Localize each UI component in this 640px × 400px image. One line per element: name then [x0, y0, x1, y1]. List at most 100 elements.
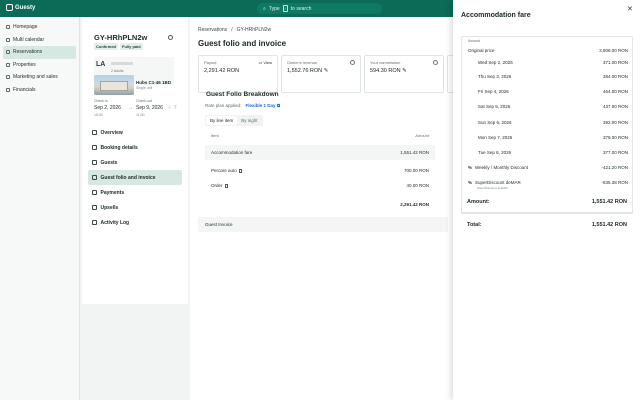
commission-amount: 594.30 RON [370, 68, 401, 74]
discount-label: SuperDiscount deMAR [475, 180, 521, 185]
nav-payments[interactable]: Payments [88, 185, 182, 200]
breadcrumb-reservations[interactable]: Reservations [198, 27, 227, 33]
row-amount: 1,551.42 RON [400, 150, 429, 155]
info-icon[interactable] [350, 60, 355, 65]
reservation-nav: Overview Booking details Guests Guest fo… [88, 125, 182, 230]
night-date: Sat Sep 5, 2026 [478, 104, 511, 109]
night-row: Thu Sep 3, 2026 384.00 RON [468, 69, 628, 84]
close-icon[interactable]: ✕ [627, 5, 633, 13]
guesty-logo[interactable]: Guesty [6, 4, 35, 11]
discount-amount: -421.20 RON [601, 165, 628, 170]
rate-plan-label: Rate plan applied: [205, 103, 242, 108]
tab-by-line-item[interactable]: By line item [206, 116, 238, 125]
search-shortcut-key: / [282, 5, 288, 12]
sidebar-item-properties[interactable]: Properties [0, 59, 79, 72]
reservation-summary: GY-HRhPLN2w Confirmed Fully paid LA 2 Ad… [82, 17, 188, 304]
sidebar-item-reservations[interactable]: Reservations [3, 46, 76, 59]
commission-card: Your commission 594.30 RON ✎ [364, 55, 444, 93]
payments-icon [92, 190, 97, 195]
checkout-label: Check-out [136, 99, 152, 103]
table-row[interactable]: Order 40.00 RON [205, 178, 435, 193]
night-date: Fri Sep 4, 2026 [478, 89, 509, 94]
guest-name-redacted [111, 62, 133, 65]
view-button[interactable]: ▭ View [259, 60, 273, 65]
night-date: Sun Sep 6, 2026 [478, 120, 512, 125]
sidebar-item-label: Marketing and sales [13, 74, 58, 81]
row-item: Percare auto [211, 168, 243, 174]
edit-icon[interactable]: ✎ [402, 68, 407, 74]
row-item-label: Order [211, 182, 223, 188]
guesty-logo-icon [6, 4, 13, 11]
building-shape [100, 81, 128, 91]
listing-photo[interactable] [94, 75, 134, 95]
info-icon[interactable] [433, 60, 438, 65]
page-title: Guest folio and invoice [198, 39, 287, 48]
rate-plan-link[interactable]: Flexible 1 Day ⧉ [246, 103, 280, 108]
sidebar-item-marketing[interactable]: Marketing and sales [0, 71, 79, 84]
reservation-code: GY-HRhPLN2w [94, 33, 148, 42]
night-row: Sun Sep 6, 2026 392.00 RON [468, 115, 628, 130]
search-input[interactable]: ⌕ Type / to search [257, 3, 382, 14]
night-amount: 384.00 RON [602, 74, 628, 79]
search-icon: ⌕ [263, 5, 266, 12]
commission-label: Your commission [370, 60, 401, 65]
checkin-label: Check-in [94, 99, 108, 103]
upsells-icon [92, 205, 97, 210]
guest-count: 2 Adults [111, 69, 124, 73]
sidebar-item-multi-calendar[interactable]: Multi calendar [0, 34, 79, 47]
discount-row: % Weekly / Monthly Discount -421.20 RON [468, 165, 628, 170]
unit-name[interactable]: Hubs C1-46 1BD [136, 80, 171, 85]
night-date: Tue Sep 8, 2026 [478, 150, 512, 155]
nav-upsells[interactable]: Upsells [88, 200, 182, 215]
checkin-date: Sep 2, 2026 [94, 105, 121, 111]
unit-type: Single unit [136, 86, 153, 90]
sidebar-item-homepage[interactable]: Homepage [0, 21, 79, 34]
nav-label: Booking details [100, 144, 138, 151]
payout-value: 2,291.42 RON [204, 68, 240, 74]
col-item: Item [211, 133, 219, 138]
night-amount: 371.00 RON [602, 60, 628, 65]
calendar-icon [6, 37, 10, 42]
checkout-date: Sep 9, 2026 [136, 105, 163, 111]
amount-total-label: Amount: [467, 199, 490, 205]
breadcrumb-current: GY-HRhPLN2w [236, 27, 272, 33]
table-row[interactable]: Percare auto 700.00 RON [205, 163, 435, 178]
discount-icon: % [468, 180, 473, 185]
nav-overview[interactable]: Overview [88, 125, 182, 140]
overview-icon [92, 130, 97, 135]
night-date: Mon Sep 7, 2026 [478, 135, 513, 140]
sidebar-item-label: Properties [13, 61, 36, 68]
amount-total-row: Amount: 1,551.42 RON [467, 199, 627, 205]
nav-label: Payments [100, 189, 125, 196]
breakdown-title: Guest Folio Breakdown [206, 91, 279, 98]
row-item: Accommodation fare [211, 150, 253, 155]
commission-value: 594.30 RON ✎ [370, 68, 407, 74]
night-amount: 392.00 RON [602, 120, 628, 125]
edit-icon[interactable]: ✎ [324, 68, 329, 74]
night-row: Mon Sep 7, 2026 379.00 RON [468, 130, 628, 145]
document-icon [224, 183, 229, 189]
home-icon [6, 25, 10, 30]
guest-invoice-section[interactable]: Guest Invoice [198, 217, 448, 232]
activity-icon [92, 220, 97, 225]
rate-plan-name: Flexible 1 Day [245, 103, 276, 108]
night-row: Tue Sep 8, 2026 377.00 RON [468, 145, 628, 160]
nav-activity-log[interactable]: Activity Log [88, 215, 182, 230]
panel-title: Accommodation fare [461, 12, 531, 19]
nav-label: Guests [100, 159, 118, 166]
col-amount: Amount [415, 133, 429, 138]
night-amount: 437.00 RON [602, 104, 628, 109]
tab-by-night[interactable]: By night [237, 116, 261, 125]
sidebar-item-label: Homepage [13, 24, 38, 31]
sidebar-item-financials[interactable]: Financials [0, 84, 79, 97]
checkout-time: 11:00 [136, 113, 145, 117]
breadcrumb: Reservations / GY-HRhPLN2w [198, 27, 271, 33]
nav-booking-details[interactable]: Booking details [88, 140, 182, 155]
table-row[interactable]: Accommodation fare 1,551.42 RON [205, 145, 435, 160]
nav-label: Guest folio and invoice [100, 174, 156, 181]
nights-count: ☾ 7 [168, 105, 177, 111]
settings-icon[interactable] [168, 35, 173, 40]
nav-label: Upsells [100, 204, 119, 211]
nav-guest-folio[interactable]: Guest folio and invoice [88, 170, 182, 185]
nav-guests[interactable]: Guests [88, 155, 182, 170]
